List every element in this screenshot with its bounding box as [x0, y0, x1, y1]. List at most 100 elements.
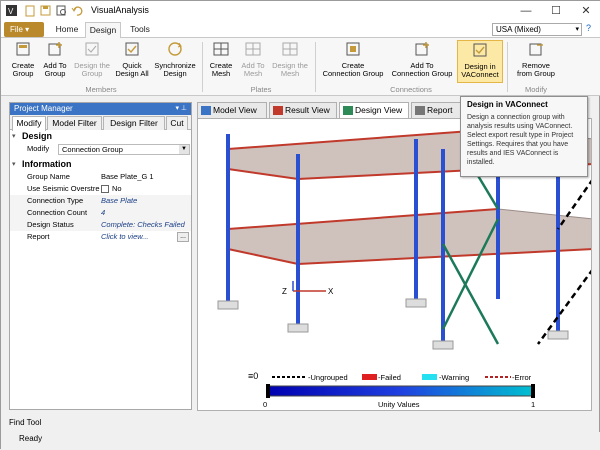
add-connection-icon	[415, 42, 429, 56]
modify-value: Connection Group	[62, 145, 123, 154]
project-manager-title: Project Manager	[14, 104, 73, 113]
find-tool-label[interactable]: Find Tool	[9, 418, 41, 427]
tab-design[interactable]: Design	[85, 22, 121, 38]
help-icon[interactable]: ?	[586, 23, 591, 33]
property-key: Use Seismic Overstre	[27, 184, 100, 193]
status-bar: Ready	[1, 432, 600, 450]
create-mesh-label-2: Mesh	[211, 69, 231, 78]
property-row-design-status: Design Status Complete: Checks Failed	[10, 219, 191, 231]
property-value[interactable]: No	[101, 183, 189, 195]
mesh-icon	[213, 42, 229, 56]
property-value[interactable]: Base Plate_G 1	[101, 171, 189, 183]
units-value: USA (Mixed)	[496, 25, 541, 34]
tab-tools[interactable]: Tools	[123, 22, 157, 38]
tooltip-design-in-vaconnect: Design in VAConnect Design a connection …	[460, 96, 588, 177]
z-axis-label: Z	[282, 287, 287, 296]
legend-failed-swatch	[362, 374, 377, 380]
connection-group-icon	[346, 42, 360, 56]
base-plate[interactable]	[405, 298, 427, 308]
seismic-checkbox[interactable]	[101, 185, 109, 194]
remove-from-group-button[interactable]: Remove from Group	[511, 40, 561, 78]
design-section[interactable]: ▾ Design	[10, 130, 191, 143]
tab-cut[interactable]: Cut	[166, 116, 188, 130]
base-plate[interactable]	[432, 340, 454, 350]
legend: ≡0 -Ungrouped -Failed -Warning -Error	[248, 371, 532, 382]
base-plate[interactable]	[547, 330, 569, 340]
tab-report[interactable]: Report	[411, 102, 461, 118]
tab-result-view-label: Result View	[285, 105, 330, 115]
legend-icon: ≡0	[248, 371, 258, 381]
tab-design-filter[interactable]: Design Filter	[103, 116, 165, 130]
add-to-group-icon	[48, 42, 62, 56]
maximize-button[interactable]: ☐	[541, 1, 571, 21]
add-to-mesh-label-2: Mesh	[243, 69, 263, 78]
add-to-connection-group-button[interactable]: Add To Connection Group	[388, 40, 456, 78]
pin-icon[interactable]: ▾ ⊥	[175, 103, 187, 115]
tab-design-view-label: Design View	[355, 105, 403, 115]
tooltip-title: Design in VAConnect	[467, 100, 548, 109]
project-manager-tabs: Modify Model Filter Design Filter Cut	[10, 115, 191, 131]
lower-slab	[227, 208, 591, 265]
create-mesh-button[interactable]: Create Mesh	[205, 40, 237, 78]
tab-home[interactable]: Home	[49, 22, 85, 38]
create-group-button[interactable]: Create Group	[5, 40, 41, 78]
property-key: Connection Type	[27, 196, 84, 205]
collapse-icon: ▾	[12, 161, 16, 168]
legend-failed: -Failed	[378, 373, 401, 382]
property-value: Complete: Checks Failed	[101, 220, 185, 229]
property-value: Base Plate	[101, 196, 138, 205]
file-menu-button[interactable]: File ▾	[4, 22, 44, 37]
remove-icon	[529, 43, 543, 56]
information-section[interactable]: ▾ Information	[10, 158, 191, 171]
collapse-icon: ▾	[12, 133, 16, 140]
remove-label-2: from Group	[517, 69, 555, 78]
tab-modify[interactable]: Modify	[12, 116, 46, 131]
project-manager-header: Project Manager ▾ ⊥	[10, 103, 191, 115]
ribbon-tab-row: File ▾ Home Design Tools USA (Mixed) ▾ ?	[1, 21, 600, 38]
tab-design-view[interactable]: Design View	[339, 102, 409, 118]
group-separator	[315, 42, 316, 92]
design-view-icon	[343, 106, 353, 115]
base-plate[interactable]	[287, 323, 309, 333]
add-to-mesh-button[interactable]: Add To Mesh	[237, 40, 269, 78]
new-file-icon[interactable]	[23, 4, 36, 17]
report-browse-button[interactable]: ...	[177, 232, 189, 242]
design-in-vaconnect-label-2: VAConnect	[461, 70, 499, 79]
units-dropdown[interactable]: USA (Mixed) ▾	[492, 23, 582, 36]
design-mesh-icon	[282, 42, 298, 56]
modify-row: Modify Connection Group ▼	[10, 143, 191, 156]
property-key: Design Status	[27, 220, 74, 229]
print-preview-icon[interactable]	[55, 4, 68, 17]
design-group-icon	[85, 42, 99, 56]
create-connection-group-button[interactable]: Create Connection Group	[319, 40, 387, 78]
group-separator	[507, 42, 508, 92]
property-row-connection-type: Connection Type Base Plate	[10, 195, 191, 207]
design-the-mesh-button[interactable]: Design the Mesh	[269, 40, 311, 78]
svg-text:V: V	[8, 7, 14, 16]
tab-model-filter[interactable]: Model Filter	[47, 116, 102, 130]
create-group-label-2: Group	[12, 69, 34, 78]
design-in-vaconnect-button[interactable]: Design in VAConnect	[457, 40, 503, 83]
base-plate[interactable]	[217, 300, 239, 310]
quick-design-all-button[interactable]: Quick Design All	[113, 40, 151, 78]
project-manager-panel: Project Manager ▾ ⊥ Modify Model Filter …	[9, 102, 192, 410]
report-link[interactable]: Click to view...	[101, 231, 189, 243]
synchronize-design-button[interactable]: Synchronize Design	[152, 40, 198, 78]
design-the-group-button[interactable]: Design the Group	[71, 40, 113, 78]
connections-group-label: Connections	[390, 85, 432, 94]
information-section-title: Information	[22, 159, 72, 169]
window-title: VisualAnalysis	[91, 5, 149, 15]
close-button[interactable]: ✕	[571, 1, 600, 21]
add-to-group-label-2: Group	[44, 69, 66, 78]
sync-icon	[168, 42, 182, 56]
save-icon[interactable]	[39, 4, 52, 17]
undo-icon[interactable]	[71, 4, 84, 17]
modify-dropdown[interactable]: Connection Group ▼	[58, 144, 190, 155]
tab-result-view[interactable]: Result View	[269, 102, 337, 118]
scale-title: Unity Values	[378, 400, 420, 409]
tab-model-view[interactable]: Model View	[197, 102, 267, 118]
add-to-group-button[interactable]: Add To Group	[39, 40, 71, 78]
minimize-button[interactable]: —	[511, 1, 541, 21]
legend-error: -Error	[512, 373, 532, 382]
legend-warning: -Warning	[439, 373, 469, 382]
